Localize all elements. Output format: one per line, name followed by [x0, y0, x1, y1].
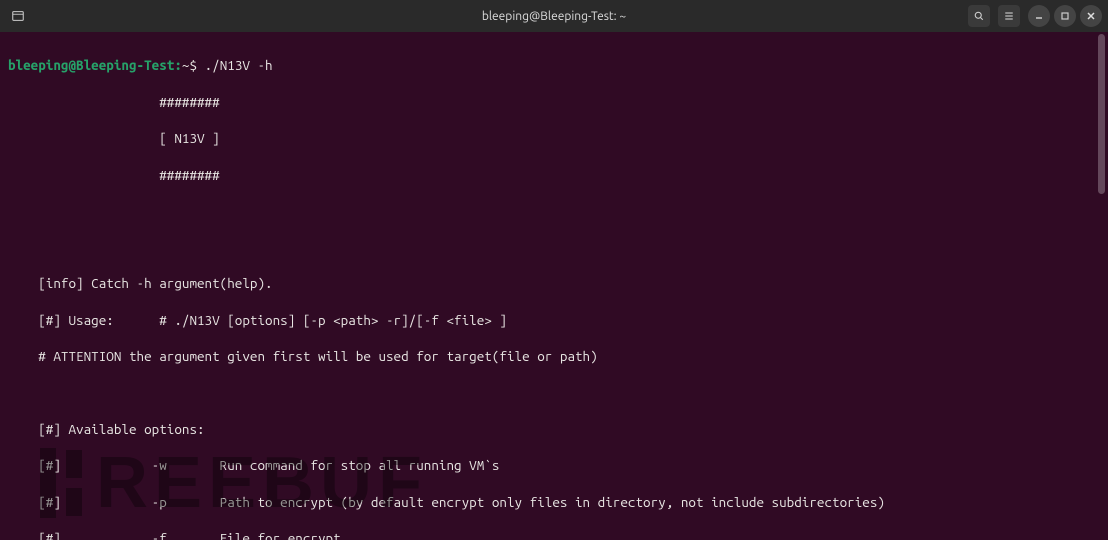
close-button[interactable] [1080, 5, 1102, 27]
titlebar-right-group [968, 5, 1102, 27]
output-line: [#] Available options: [8, 420, 1100, 438]
output-line [8, 238, 1100, 256]
titlebar-left-group [6, 4, 30, 28]
terminal-output[interactable]: bleeping@Bleeping-Test:~$ ./N13V -h ####… [0, 32, 1108, 540]
scrollbar-thumb[interactable] [1098, 34, 1105, 194]
terminal-scrollbar[interactable] [1096, 32, 1106, 538]
command-text: ./N13V -h [205, 57, 273, 73]
banner-line: ######## [8, 166, 1100, 184]
hamburger-menu-button[interactable] [998, 5, 1020, 27]
watermark-logo: REEBUF [40, 435, 428, 532]
output-line: [#] -p Path to encrypt (by default encry… [8, 493, 1100, 511]
banner-line: ######## [8, 93, 1100, 111]
prompt-userhost: bleeping@Bleeping-Test: [8, 57, 182, 73]
output-line [8, 384, 1100, 402]
output-line: [#] Usage: # ./N13V [options] [-p <path>… [8, 311, 1100, 329]
banner-line: [ N13V ] [8, 129, 1100, 147]
watermark-text: REEBUF [96, 435, 428, 532]
minimize-button[interactable] [1028, 5, 1050, 27]
prompt-symbol: $ [189, 57, 197, 73]
output-line: [#] -f File for encrypt [8, 529, 1100, 540]
search-button[interactable] [968, 5, 990, 27]
output-line: [#] -w Run command for stop all running … [8, 456, 1100, 474]
output-line: # ATTENTION the argument given first wil… [8, 347, 1100, 365]
new-tab-button[interactable] [6, 4, 30, 28]
output-line [8, 202, 1100, 220]
maximize-button[interactable] [1054, 5, 1076, 27]
window-titlebar: bleeping@Bleeping-Test: ~ [0, 0, 1108, 32]
window-title: bleeping@Bleeping-Test: ~ [482, 10, 626, 23]
output-line: [info] Catch -h argument(help). [8, 274, 1100, 292]
